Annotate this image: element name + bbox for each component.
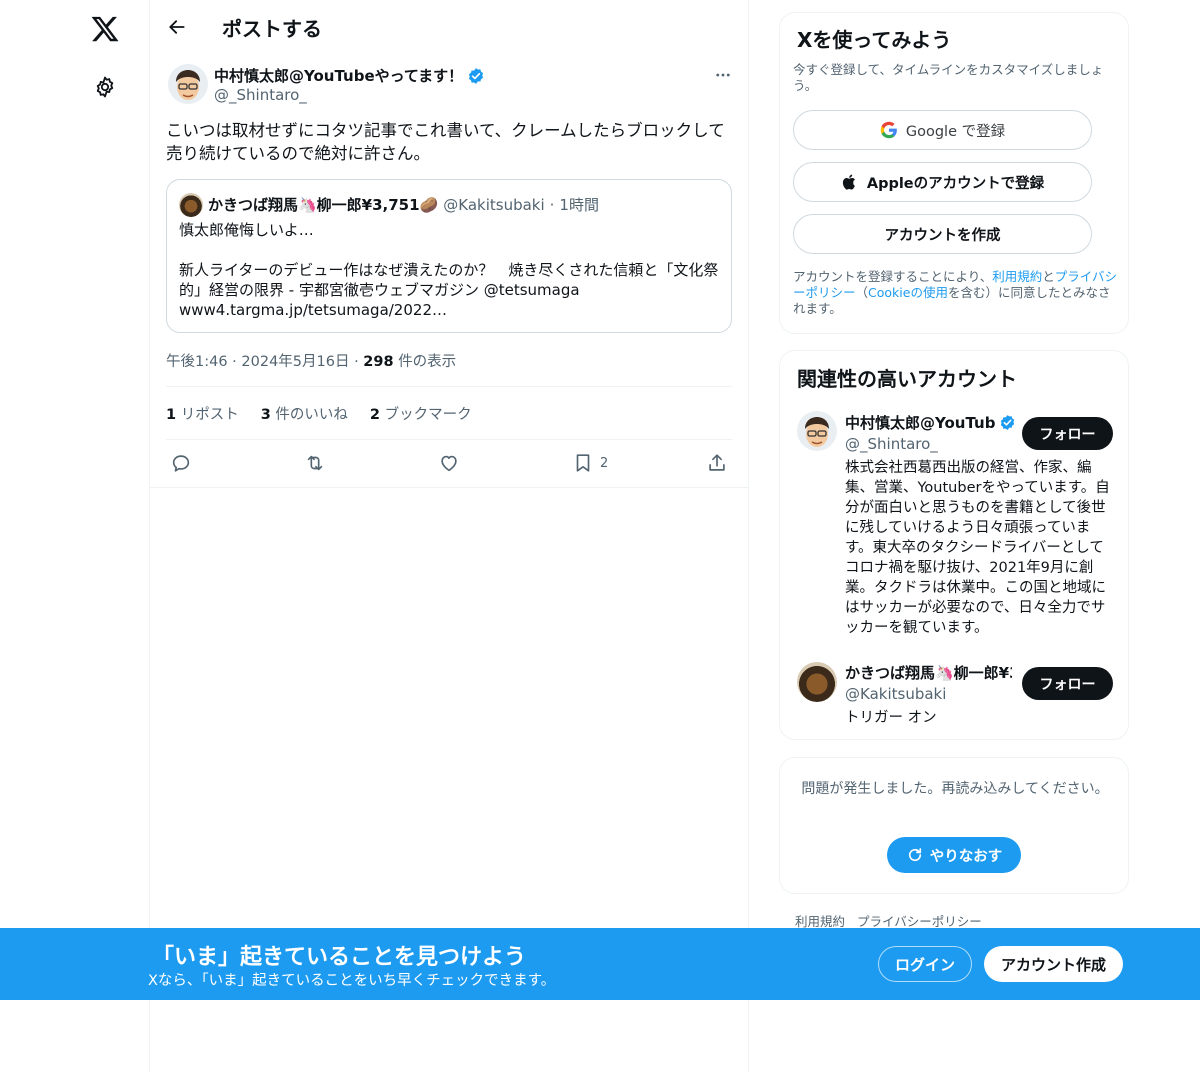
like-icon[interactable] xyxy=(438,448,460,478)
bookmarks-stat[interactable]: 2 ブックマーク xyxy=(370,403,472,424)
signup-button[interactable]: アカウント作成 xyxy=(984,946,1123,982)
bookmark-count: 2 xyxy=(600,455,609,471)
quote-header: かきつば翔馬🦄柳一郎¥3,751🥔 @Kakitsubaki · 1時間 xyxy=(208,194,599,215)
account-name[interactable]: 中村慎太郎@YouTub xyxy=(845,412,1017,433)
gear-icon[interactable] xyxy=(88,70,122,104)
views-count: 298 xyxy=(363,354,394,370)
account-bio: 株式会社西葛西出版の経営、作家、編集、営業、Youtuberをやっています。自分… xyxy=(845,460,1110,636)
account-handle[interactable]: @_Shintaro_ xyxy=(845,435,938,453)
author-name[interactable]: 中村慎太郎@YouTubeやってます！ xyxy=(214,65,485,86)
account-bio: トリガー オン xyxy=(845,710,937,726)
reposts-stat[interactable]: 1 リポスト xyxy=(166,403,239,424)
tweet-timestamp: 午後1:46 · 2024年5月16日 · 298 件の表示 xyxy=(166,354,457,370)
tweet-stats: 1 リポスト 3 件のいいね 2 ブックマーク xyxy=(166,403,472,424)
banner-subtitle: Xなら、「いま」起きていることをいち早くチェックできます。 xyxy=(148,973,556,989)
tweet-date[interactable]: 2024年5月16日 xyxy=(241,354,349,370)
quote-tweet[interactable]: かきつば翔馬🦄柳一郎¥3,751🥔 @Kakitsubaki · 1時間 慎太郎… xyxy=(166,179,732,333)
share-icon[interactable] xyxy=(706,448,728,478)
likes-stat[interactable]: 3 件のいいね xyxy=(261,403,348,424)
signup-title: Xを使ってみよう xyxy=(797,28,952,52)
apple-icon xyxy=(842,174,855,190)
divider xyxy=(166,439,732,440)
avatar[interactable] xyxy=(797,411,837,451)
terms-link[interactable]: 利用規約 xyxy=(992,269,1042,284)
account-handle[interactable]: @Kakitsubaki xyxy=(845,685,946,703)
page-title: ポストする xyxy=(222,17,322,41)
create-account-button[interactable]: アカウントを作成 xyxy=(793,214,1092,254)
more-options-icon[interactable] xyxy=(710,62,736,88)
google-signup-label: Google で登録 xyxy=(905,123,1006,140)
views-label: 件の表示 xyxy=(398,354,457,370)
refresh-icon xyxy=(908,848,921,862)
related-accounts-card: 関連性の高いアカウント 中村慎太郎@YouTub @_Shintaro_ フォロ… xyxy=(779,350,1129,740)
signup-subtitle: 今すぐ登録して、タイムラインをカスタマイズしましょう。 xyxy=(793,62,1104,93)
google-icon xyxy=(880,121,897,139)
tweet-actions: 2 xyxy=(150,448,748,478)
banner-title: 「いま」起きていることを見つけよう xyxy=(152,945,527,970)
divider xyxy=(166,386,732,387)
account-name[interactable]: かきつば翔馬🦄柳一郎¥3 xyxy=(845,662,1012,683)
retry-button[interactable]: やりなおす xyxy=(887,837,1021,873)
login-button[interactable]: ログイン xyxy=(878,946,972,982)
follow-button[interactable]: フォロー xyxy=(1022,667,1113,700)
divider xyxy=(150,487,748,488)
left-nav xyxy=(0,0,150,1072)
quote-author-handle: @Kakitsubaki xyxy=(443,195,545,214)
tweet-text: こいつは取材せずにコタツ記事でこれ書いて、クレームしたらブロックして売り続けてい… xyxy=(166,121,725,163)
quote-avatar xyxy=(179,193,203,217)
arrow-left-icon[interactable] xyxy=(162,12,192,42)
main-column: ポストする 中村慎太郎@YouTubeやってます！ @_Shintaro_ こい… xyxy=(150,0,749,1072)
repost-icon[interactable] xyxy=(304,448,326,478)
signup-card: Xを使ってみよう 今すぐ登録して、タイムラインをカスタマイズしましょう。 Goo… xyxy=(779,12,1129,334)
avatar[interactable] xyxy=(797,662,837,702)
create-account-label: アカウントを作成 xyxy=(884,227,1001,244)
quote-body: 慎太郎俺悔しいよ… 新人ライターのデビュー作はなぜ潰えたのか？ 焼き尽くされた信… xyxy=(179,221,719,319)
author-handle[interactable]: @_Shintaro_ xyxy=(214,86,307,104)
follow-button[interactable]: フォロー xyxy=(1022,417,1113,450)
x-logo-icon[interactable] xyxy=(86,10,124,48)
login-banner: 「いま」起きていることを見つけよう Xなら、「いま」起きていることをいち早くチェ… xyxy=(0,928,1200,1000)
quote-separator: · xyxy=(549,195,555,214)
google-signup-button[interactable]: Google で登録 xyxy=(793,110,1092,150)
error-message: 問題が発生しました。再読み込みしてください。 xyxy=(801,781,1109,797)
tweet-time[interactable]: 午後1:46 xyxy=(166,354,228,370)
author-name-text: 中村慎太郎@YouTubeやってます！ xyxy=(214,67,464,85)
signup-terms: アカウントを登録することにより、利用規約とプライバシーポリシー（Cookieの使… xyxy=(793,269,1118,316)
verified-badge-icon xyxy=(469,67,484,84)
verified-badge-icon xyxy=(1001,415,1015,430)
cookie-link[interactable]: Cookieの使用 xyxy=(868,285,948,300)
bookmark-icon[interactable]: 2 xyxy=(572,448,608,478)
apple-signup-label: Appleのアカウントで登録 xyxy=(866,175,1045,192)
apple-signup-button[interactable]: Appleのアカウントで登録 xyxy=(793,162,1092,202)
error-card: 問題が発生しました。再読み込みしてください。 やりなおす xyxy=(779,757,1129,894)
avatar[interactable] xyxy=(168,64,208,104)
quote-time: 1時間 xyxy=(559,196,599,214)
related-title: 関連性の高いアカウント xyxy=(797,367,1017,391)
page-header: ポストする xyxy=(150,0,748,54)
quote-author-name: かきつば翔馬🦄柳一郎¥3,751🥔 xyxy=(208,196,439,214)
reply-icon[interactable] xyxy=(170,448,192,478)
